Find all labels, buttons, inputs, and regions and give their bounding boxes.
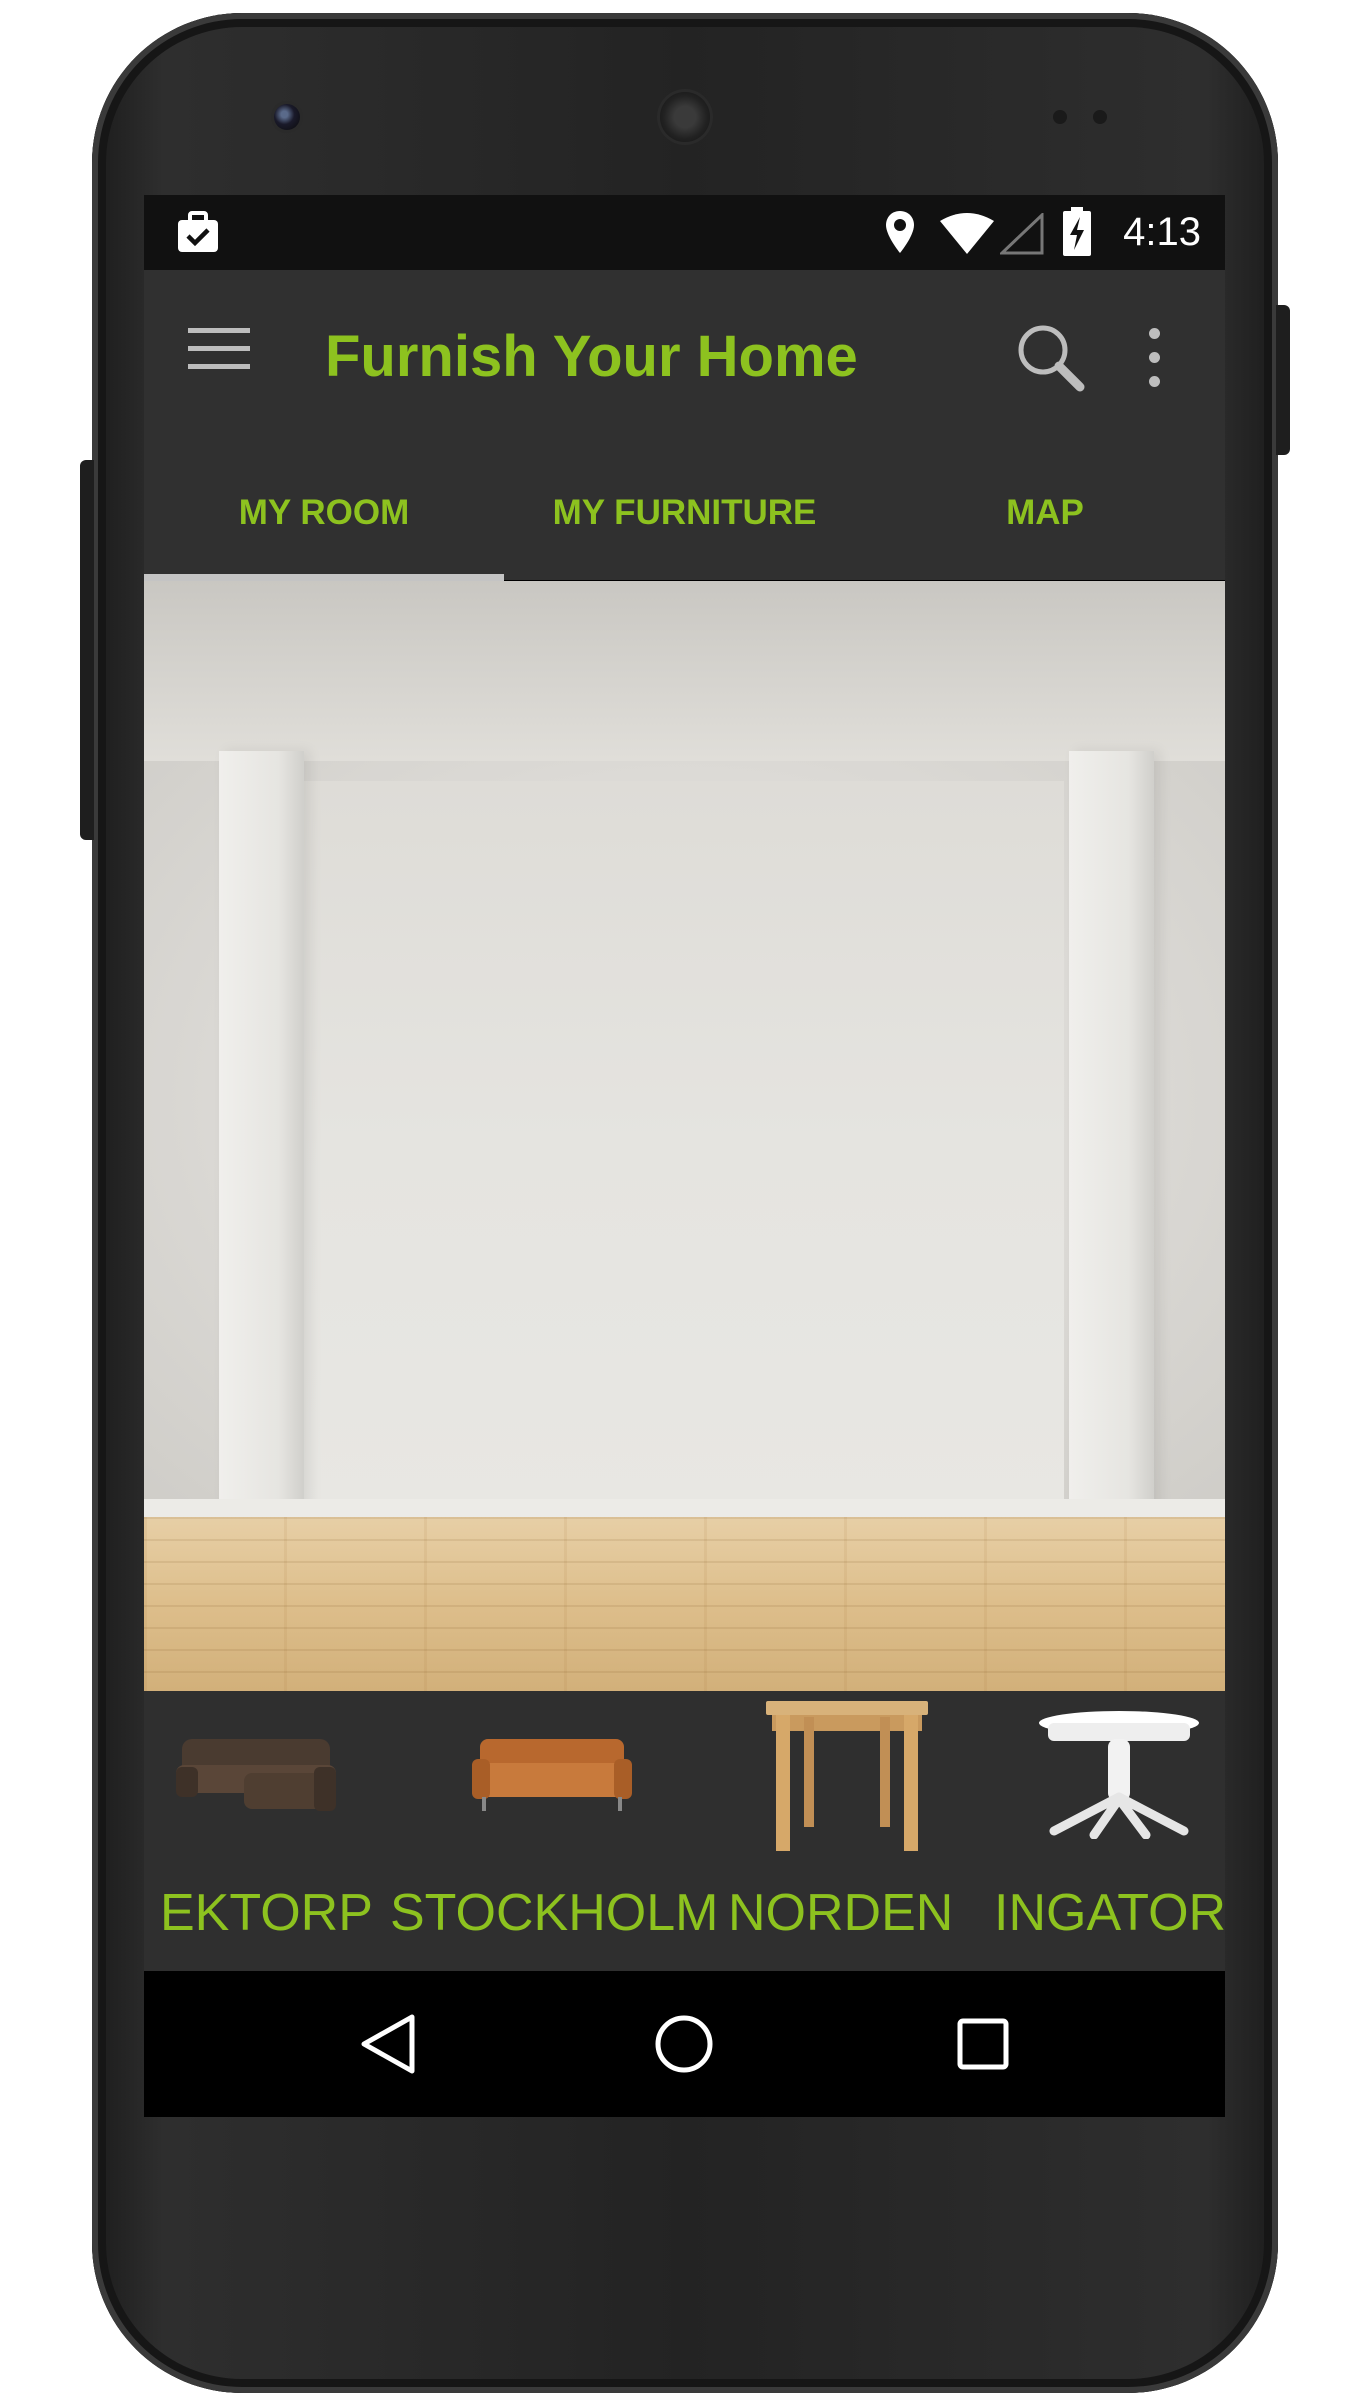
navigation-bar [144, 1971, 1225, 2117]
wooden-table-icon [766, 1701, 928, 1851]
tab-my-room[interactable]: MY ROOM [144, 463, 504, 563]
furniture-label-ingatorp: INGATORP [994, 1884, 1225, 1942]
light-sensor [1093, 110, 1107, 124]
app-bar: Furnish Your Home MY ROOM MY FURNITURE M… [144, 270, 1225, 580]
room-ceiling [144, 581, 1225, 776]
app-title: Furnish Your Home [325, 324, 858, 389]
furniture-item-stockholm[interactable]: STOCKHOLM [374, 1691, 718, 1971]
furniture-picker: EKTORP STOCKHOLM NORDEN INGATOR [144, 1691, 1225, 1971]
proximity-sensor [1053, 110, 1067, 124]
hamburger-menu-icon[interactable] [188, 328, 252, 378]
room-floor [144, 1517, 1225, 1691]
sectional-sofa-icon [176, 1739, 336, 1811]
room-pillar-left [219, 751, 304, 1531]
status-bar: 4:13 [144, 195, 1225, 270]
room-canvas[interactable] [144, 581, 1225, 1691]
recents-icon[interactable] [950, 2011, 1016, 2077]
wifi-icon [940, 213, 994, 254]
furniture-item-ektorp[interactable]: EKTORP [144, 1691, 374, 1971]
furniture-item-ingatorp[interactable]: INGATORP [994, 1691, 1225, 1971]
back-icon[interactable] [356, 2011, 422, 2077]
home-icon[interactable] [651, 2011, 717, 2077]
room-baseboard [144, 1499, 1225, 1519]
selected-tab-indicator [144, 574, 504, 581]
search-icon[interactable] [1010, 317, 1090, 397]
clock: 4:13 [1123, 210, 1201, 254]
furniture-label-ektorp: EKTORP [160, 1884, 373, 1942]
overflow-menu-icon[interactable] [1134, 322, 1174, 392]
briefcase-check-icon [178, 211, 218, 252]
furniture-item-norden[interactable]: NORDEN [704, 1691, 994, 1971]
tab-my-furniture[interactable]: MY FURNITURE [504, 463, 865, 563]
leather-sofa-icon [472, 1739, 632, 1811]
location-pin-icon [886, 211, 914, 253]
room-pillar-right [1069, 751, 1154, 1531]
furniture-label-stockholm: STOCKHOLM [390, 1884, 719, 1942]
tab-map[interactable]: MAP [865, 463, 1225, 563]
power-button [1276, 305, 1290, 455]
battery-charging-icon [1063, 207, 1091, 256]
earpiece-speaker [660, 92, 710, 142]
front-camera [274, 104, 300, 130]
furniture-label-norden: NORDEN [728, 1884, 954, 1942]
round-table-icon [1039, 1711, 1199, 1839]
cell-signal-icon [1000, 213, 1044, 255]
room-back-wall [304, 781, 1064, 1511]
screen: 4:13 Furnish Your Home MY ROOM MY FURNIT… [144, 195, 1225, 2117]
volume-button [80, 460, 94, 840]
